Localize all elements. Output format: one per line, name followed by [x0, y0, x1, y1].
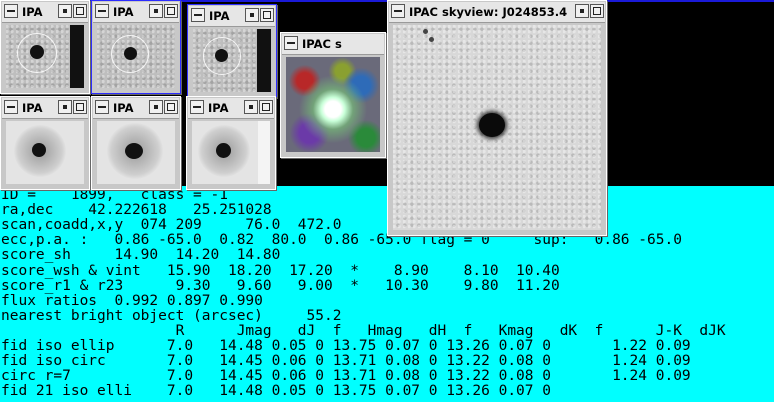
maximize-icon[interactable] [590, 4, 604, 18]
title-bar[interactable]: IPA [93, 98, 179, 119]
title-bar[interactable]: IPA [93, 2, 179, 23]
image-edge-strip [257, 29, 271, 92]
console-line: score_sh 14.90 14.20 14.80 [1, 247, 281, 264]
maximize-icon[interactable] [164, 100, 178, 114]
title-bar[interactable]: IPA [188, 98, 274, 119]
maximize-icon[interactable] [259, 100, 273, 114]
minimize-icon[interactable] [58, 100, 72, 114]
minimize-icon[interactable] [58, 4, 72, 18]
title-bar[interactable]: IPA [2, 2, 88, 23]
faint-source [429, 37, 434, 42]
star-source [30, 45, 44, 59]
minimize-icon[interactable] [149, 4, 163, 18]
maximize-icon[interactable] [73, 100, 87, 114]
model-window-2[interactable]: IPA [91, 96, 181, 190]
console-line: circ r=7 7.0 14.45 0.06 0 13.71 0.08 0 1… [1, 368, 691, 385]
color-composite-window[interactable]: IPAC s [280, 32, 386, 158]
console-line: flux ratios 0.992 0.897 0.990 [1, 292, 263, 309]
window-menu-icon[interactable] [95, 100, 109, 114]
model-image-view[interactable] [6, 121, 84, 184]
window-menu-icon[interactable] [191, 8, 205, 22]
model-window-3[interactable]: IPA [186, 96, 276, 190]
maximize-icon[interactable] [73, 4, 87, 18]
skyview-image[interactable] [393, 25, 601, 230]
console-line: fid iso ellip 7.0 14.48 0.05 0 13.75 0.0… [1, 338, 691, 354]
window-menu-icon[interactable] [284, 36, 298, 50]
window-title: IPAC skyview: J024853.4 [409, 5, 568, 19]
model-window-1[interactable]: IPA [0, 96, 90, 190]
console-line: fid iso circ 7.0 14.45 0.06 0 13.71 0.08… [1, 353, 691, 370]
console-line: R Jmag dJ f Hmag dH f Kmag dK f J-K dJK [1, 322, 726, 339]
image-window-2[interactable]: IPA [91, 0, 181, 94]
window-title: IPA [22, 101, 43, 115]
title-bar[interactable]: IPA [2, 98, 88, 119]
console-line: fid 21 iso elli 7.0 14.48 0.05 0 13.75 0… [1, 383, 551, 400]
image-view[interactable] [6, 25, 84, 88]
window-menu-icon[interactable] [391, 4, 405, 18]
star-source [125, 143, 143, 159]
maximize-icon[interactable] [164, 4, 178, 18]
title-bar[interactable]: IPAC skyview: J024853.4 [389, 2, 605, 23]
color-image-view[interactable] [286, 57, 380, 152]
image-window-1[interactable]: IPA [0, 0, 90, 94]
star-source [32, 143, 46, 157]
minimize-icon[interactable] [245, 8, 259, 22]
image-window-3[interactable]: IPA [187, 4, 277, 98]
window-menu-icon[interactable] [4, 100, 18, 114]
window-title: IPA [209, 9, 230, 23]
image-view[interactable] [193, 29, 271, 92]
window-menu-icon[interactable] [190, 100, 204, 114]
model-image-view[interactable] [97, 121, 175, 184]
minimize-icon[interactable] [575, 4, 589, 18]
title-bar[interactable]: IPAC s [282, 34, 384, 55]
star-source [124, 47, 137, 60]
console-line: ID = 1899, class = -1 [1, 187, 228, 203]
maximize-icon[interactable] [260, 8, 274, 22]
window-title: IPA [113, 101, 134, 115]
image-edge-strip [70, 25, 84, 88]
window-title: IPA [22, 5, 43, 19]
console-line: score_r1 & r23 9.30 9.60 9.00 * 10.30 9.… [1, 277, 560, 294]
star-source [216, 143, 231, 158]
image-edge-strip [258, 121, 270, 184]
window-menu-icon[interactable] [95, 4, 109, 18]
skyview-window[interactable]: IPAC skyview: J024853.4 [387, 0, 607, 236]
model-image-view[interactable] [192, 121, 270, 184]
image-view[interactable] [97, 25, 175, 88]
minimize-icon[interactable] [149, 100, 163, 114]
title-bar[interactable]: IPA [189, 6, 275, 27]
faint-source [423, 29, 428, 34]
star-source [215, 49, 228, 62]
console-line: score_wsh & vint 15.90 18.20 17.20 * 8.9… [1, 262, 560, 279]
window-title: IPAC s [302, 37, 342, 51]
minimize-icon[interactable] [244, 100, 258, 114]
star-source [479, 113, 505, 137]
console-line: nearest bright object (arcsec) 55.2 [1, 307, 342, 324]
window-title: IPA [113, 5, 134, 19]
window-title: IPA [208, 101, 229, 115]
window-menu-icon[interactable] [4, 4, 18, 18]
console-line: scan,coadd,x,y 074 209 76.0 472.0 [1, 217, 342, 234]
console-line: ra,dec 42.222618 25.251028 [1, 202, 272, 219]
